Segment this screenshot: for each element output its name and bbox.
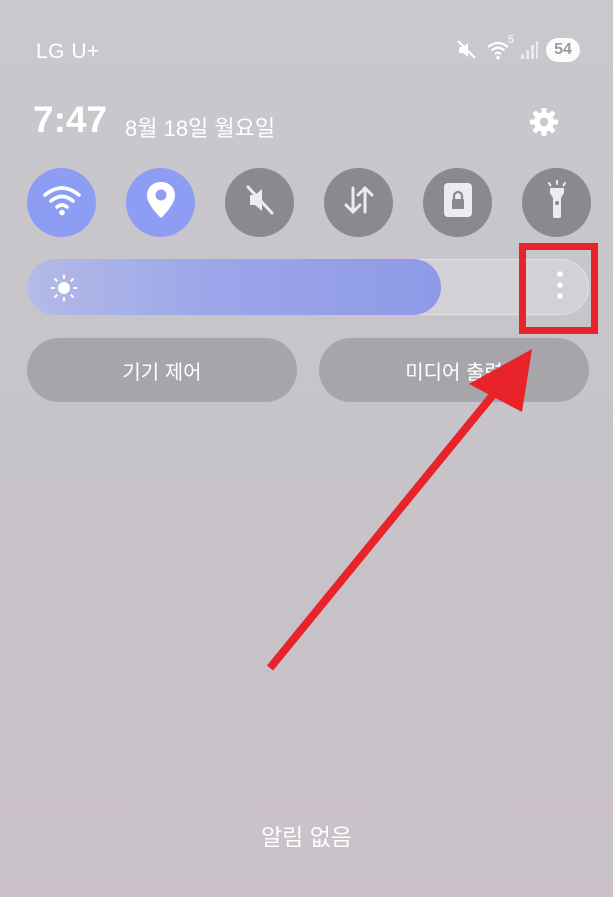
sun-icon: [50, 274, 78, 307]
wifi-icon: 5: [486, 34, 514, 61]
mute-icon: [456, 39, 478, 61]
device-control-label: 기기 제어: [122, 361, 202, 384]
media-output-label: 미디어 출력: [405, 361, 503, 384]
no-notifications-label: 알림 없음: [260, 824, 353, 850]
rotation-lock-toggle[interactable]: [423, 168, 492, 237]
flashlight-toggle[interactable]: [522, 168, 591, 237]
settings-button[interactable]: [527, 107, 561, 141]
quick-settings-row: [27, 168, 591, 238]
network-label: 5: [507, 34, 514, 46]
battery-icon: 54: [546, 38, 580, 62]
location-toggle[interactable]: [126, 168, 195, 237]
wifi-icon: [42, 183, 82, 222]
carrier-label: LG U+: [36, 40, 100, 63]
location-icon: [145, 180, 177, 225]
annotation-highlight-box: [519, 243, 598, 334]
mute-icon: [242, 182, 278, 223]
clock[interactable]: 7:47: [33, 99, 107, 141]
gear-icon: [528, 106, 560, 143]
status-bar: LG U+ 5 54: [0, 0, 613, 80]
sound-toggle[interactable]: [225, 168, 294, 237]
date[interactable]: 8월 18일 월요일: [125, 111, 275, 143]
flashlight-icon: [543, 180, 571, 225]
brightness-level: [27, 259, 441, 315]
wifi-toggle[interactable]: [27, 168, 96, 237]
media-output-button[interactable]: 미디어 출력: [319, 338, 589, 402]
lock-icon: [443, 182, 473, 223]
data-transfer-icon: [341, 182, 377, 223]
device-control-button[interactable]: 기기 제어: [27, 338, 297, 402]
mobile-data-toggle[interactable]: [324, 168, 393, 237]
header-row: 7:47 8월 18일 월요일: [0, 95, 613, 155]
brightness-slider[interactable]: [27, 259, 589, 315]
signal-icon: [520, 40, 538, 60]
status-icons: 5 54: [456, 34, 580, 62]
